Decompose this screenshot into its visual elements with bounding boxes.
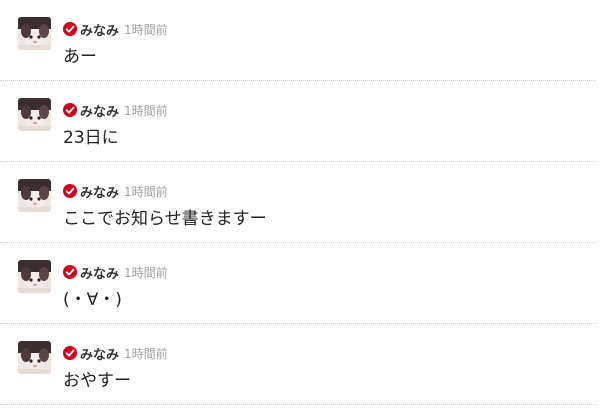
post-message: ここでお知らせ書きますー xyxy=(63,209,267,229)
verified-check-icon xyxy=(63,103,77,117)
post-timestamp[interactable]: 1時間前 xyxy=(124,345,168,362)
avatar[interactable] xyxy=(18,179,51,212)
post-timestamp[interactable]: 1時間前 xyxy=(124,264,168,281)
feed-post: みなみ 1時間前 (・∀・) xyxy=(0,243,596,324)
post-meta: みなみ 1時間前 xyxy=(63,344,168,363)
post-message: おやすー xyxy=(63,371,131,391)
post-message: あー xyxy=(63,47,97,67)
post-feed: みなみ 1時間前 あー みなみ 1時間前 23日に みなみ 1時間前 ここでお知… xyxy=(0,0,600,413)
verified-check-icon xyxy=(63,184,77,198)
feed-post: みなみ 1時間前 ここでお知らせ書きますー xyxy=(0,162,596,243)
verified-check-icon xyxy=(63,22,77,36)
author-name[interactable]: みなみ xyxy=(80,344,119,363)
avatar[interactable] xyxy=(18,341,51,374)
author-name[interactable]: みなみ xyxy=(80,20,119,39)
post-meta: みなみ 1時間前 xyxy=(63,182,168,201)
verified-check-icon xyxy=(63,346,77,360)
post-message: (・∀・) xyxy=(63,290,122,310)
author-name[interactable]: みなみ xyxy=(80,263,119,282)
avatar[interactable] xyxy=(18,98,51,131)
author-name[interactable]: みなみ xyxy=(80,101,119,120)
post-meta: みなみ 1時間前 xyxy=(63,101,168,120)
post-timestamp[interactable]: 1時間前 xyxy=(124,102,168,119)
post-message: 23日に xyxy=(63,128,119,148)
author-name[interactable]: みなみ xyxy=(80,182,119,201)
post-meta: みなみ 1時間前 xyxy=(63,263,168,282)
avatar[interactable] xyxy=(18,17,51,50)
post-timestamp[interactable]: 1時間前 xyxy=(124,21,168,38)
feed-post: みなみ 1時間前 23日に xyxy=(0,81,596,162)
avatar[interactable] xyxy=(18,260,51,293)
feed-post: みなみ 1時間前 あー xyxy=(0,0,596,81)
post-meta: みなみ 1時間前 xyxy=(63,20,168,39)
feed-post: みなみ 1時間前 おやすー xyxy=(0,324,596,405)
verified-check-icon xyxy=(63,265,77,279)
post-timestamp[interactable]: 1時間前 xyxy=(124,183,168,200)
